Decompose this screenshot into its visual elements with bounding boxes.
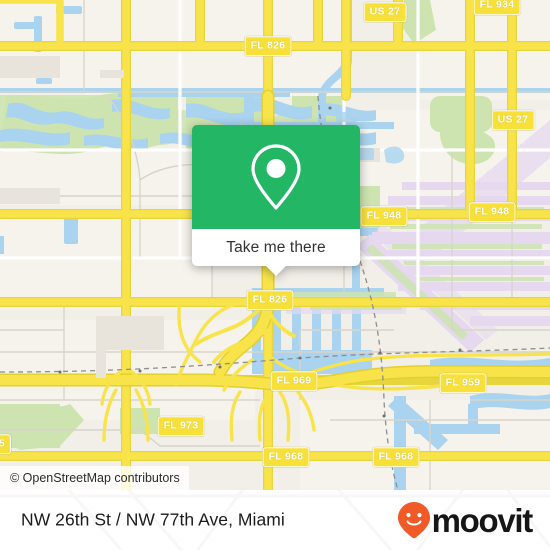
road-shield: FL 968: [262, 447, 310, 467]
take-me-there-label: Take me there: [226, 238, 326, 256]
moovit-logo[interactable]: moovit: [397, 501, 534, 539]
road-shield: FL 826: [244, 36, 292, 56]
map-pin-icon: [251, 144, 301, 210]
road-shield: FL 948: [468, 202, 516, 222]
map-canvas[interactable]: US 27 FL 934 FL 826 US 27 FL 948 FL 948 …: [0, 0, 550, 490]
moovit-map-screenshot: US 27 FL 934 FL 826 US 27 FL 948 FL 948 …: [0, 0, 550, 550]
road-shield: FL 959: [439, 373, 487, 393]
popup-footer[interactable]: Take me there: [192, 229, 360, 276]
road-shield: FL 948: [360, 206, 408, 226]
road-shield: US 27: [491, 110, 535, 130]
popup-header: [192, 125, 360, 229]
road-shield: FL 826: [246, 290, 294, 310]
road-shield: FL 968: [372, 447, 420, 467]
road-shield: FL 969: [270, 371, 318, 391]
location-title: NW 26th St / NW 77th Ave, Miami: [21, 509, 285, 530]
popup-pointer-tail: [265, 265, 287, 276]
destination-popup-card[interactable]: Take me there: [192, 125, 360, 276]
road-shield: 5: [0, 434, 12, 454]
road-shield: FL 934: [473, 0, 521, 15]
bottom-info-bar: NW 26th St / NW 77th Ave, Miami moovit: [0, 490, 550, 550]
attribution-text: © OpenStreetMap contributors: [10, 471, 180, 485]
road-shield: US 27: [363, 2, 407, 22]
moovit-wordmark: moovit: [431, 501, 534, 539]
map-attribution: © OpenStreetMap contributors: [0, 466, 189, 490]
moovit-smiley-pin-icon: [397, 502, 430, 539]
road-shield: FL 973: [157, 416, 205, 436]
